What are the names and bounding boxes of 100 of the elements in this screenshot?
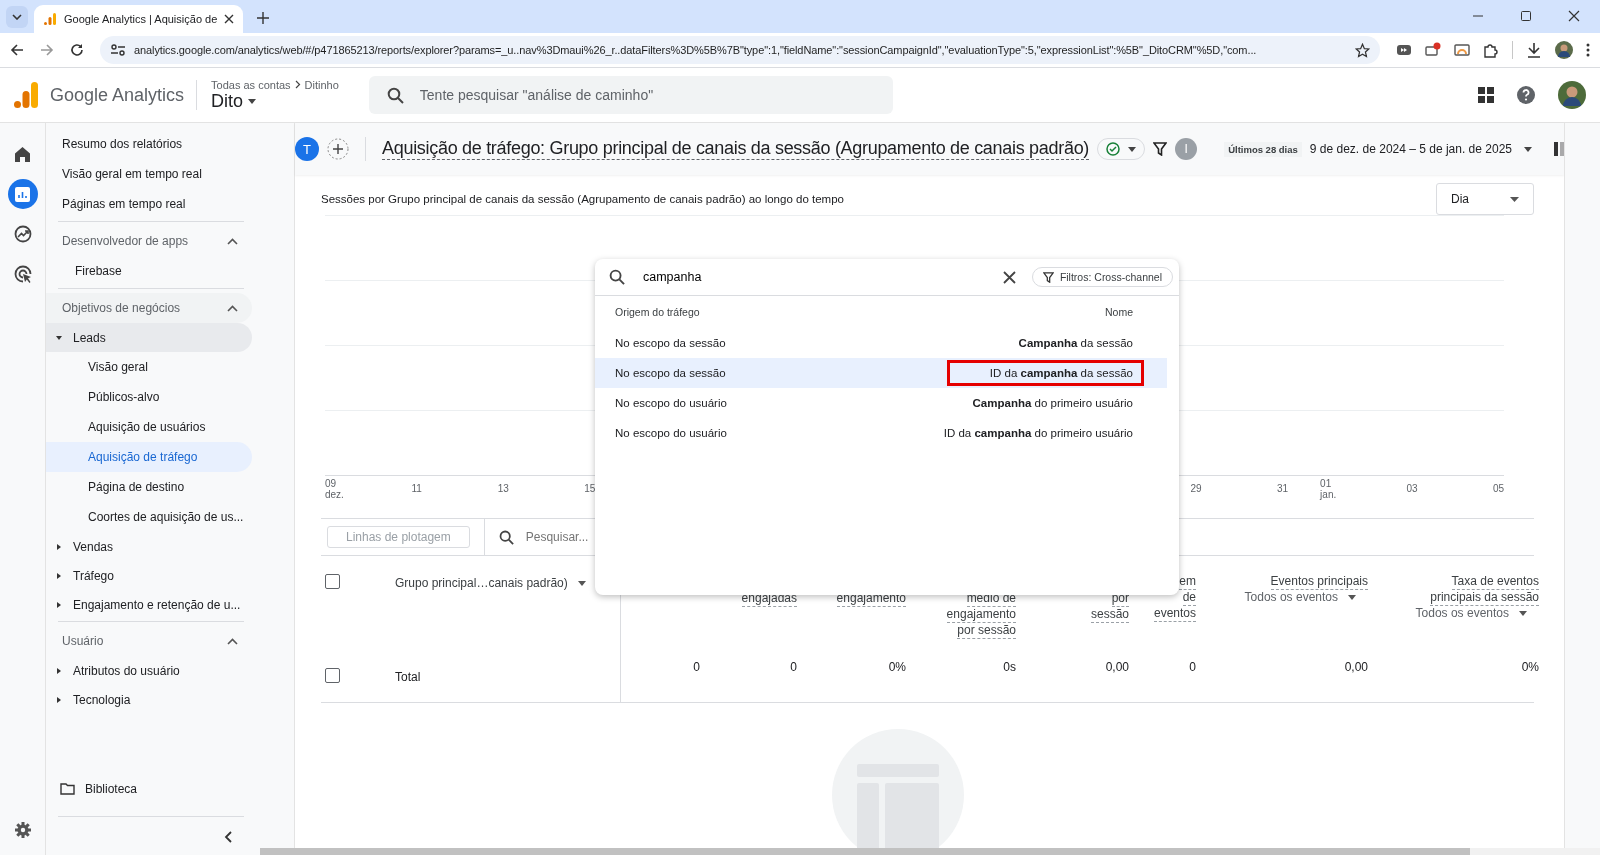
granularity-dropdown[interactable]: Dia: [1436, 183, 1534, 215]
nav-item[interactable]: Aquisição de tráfego: [46, 442, 252, 472]
columns-icon[interactable]: [1554, 142, 1564, 156]
caret-icon: [1510, 196, 1519, 202]
caret-icon: [248, 98, 257, 104]
caret-icon: [1524, 146, 1532, 152]
nav-item[interactable]: Visão geral em tempo real: [46, 159, 246, 189]
nav-item[interactable]: Aquisição de usuários: [46, 412, 252, 442]
caret-right-icon[interactable]: [56, 667, 62, 674]
search-field[interactable]: Tente pesquisar "análise de caminho": [417, 86, 875, 104]
filter-icon[interactable]: [1153, 142, 1168, 156]
section-title: Desenvolvedor de apps: [62, 234, 189, 248]
bar-chart-icon[interactable]: [7, 179, 38, 209]
nav-group[interactable]: Leads: [46, 323, 252, 352]
browser-tab[interactable]: Google Analytics | Aquisição de: [34, 5, 244, 33]
chevron-up-icon[interactable]: [227, 637, 238, 645]
reload-icon[interactable]: [70, 43, 84, 57]
caret-right-icon[interactable]: [56, 543, 62, 550]
dimension-option[interactable]: No escopo do usuário ID da campanha do primeiro usuário: [595, 418, 1167, 448]
nav-item[interactable]: Visão geral: [46, 352, 252, 382]
nav-section-header[interactable]: Objetivos de negócios: [46, 293, 252, 323]
column-header: Nome: [1105, 306, 1133, 318]
extension-icon[interactable]: [1454, 42, 1470, 58]
group-label: Atributos do usuário: [73, 663, 180, 678]
download-icon[interactable]: [1526, 42, 1542, 58]
nav-section-header[interactable]: Desenvolvedor de apps: [46, 226, 252, 256]
axis-label: 03: [1406, 483, 1418, 494]
nav-group[interactable]: Engajamento e retenção de u...: [46, 590, 252, 619]
back-icon[interactable]: [10, 43, 24, 57]
close-icon[interactable]: [224, 14, 235, 24]
axis-label: 13: [497, 483, 509, 494]
apps-grid-icon[interactable]: [1478, 87, 1494, 103]
dimension-option[interactable]: No escopo da sessão Campanha da sessão: [595, 328, 1167, 358]
column-header[interactable]: Eventos principais: [1270, 574, 1368, 590]
caret-right-icon[interactable]: [56, 572, 62, 579]
checkbox[interactable]: [325, 574, 340, 589]
dimension-option[interactable]: No escopo da sessão ID da campanha da sessão: [595, 358, 1167, 388]
tab-search-button[interactable]: [6, 6, 28, 28]
column-header[interactable]: Taxa de eventos principais da sessão: [1430, 574, 1539, 606]
avatar-icon[interactable]: [1555, 41, 1573, 59]
caret-down-icon[interactable]: [56, 334, 62, 341]
site-settings-icon[interactable]: [110, 43, 126, 57]
extension-icon[interactable]: [1396, 43, 1412, 57]
breadcrumb-link[interactable]: Todas as contas: [211, 78, 291, 91]
extension-icon[interactable]: [1425, 42, 1441, 58]
axis-label: 31: [1276, 483, 1289, 494]
nav-section-header[interactable]: Usuário: [46, 626, 252, 656]
chevron-up-icon[interactable]: [227, 237, 238, 245]
nav-group[interactable]: Tecnologia: [46, 685, 252, 714]
new-tab-icon[interactable]: [257, 12, 270, 24]
nav-item[interactable]: Públicos-alvo: [46, 382, 252, 412]
events-dropdown[interactable]: Todos os eventos: [1244, 590, 1356, 604]
add-comparison-icon[interactable]: [327, 138, 349, 160]
address-bar[interactable]: analytics.google.com/analytics/web/#/p471865213/reports/explorer?params=_u..nav%3Dmaui%26_r..dataFilters%3D%5B%7B"type":1,"fieldName":"sessionCampaignId","evaluationType":5,"expressionList":%5B"_DitoCRM"%5D,"com...: [100, 36, 1380, 64]
nav-group[interactable]: Vendas: [46, 532, 252, 561]
caret-right-icon[interactable]: [56, 601, 62, 608]
folder-icon[interactable]: [60, 783, 75, 795]
nav-group[interactable]: Atributos do usuário: [46, 656, 252, 685]
breadcrumb-link[interactable]: Ditinho: [304, 78, 339, 91]
settings-icon[interactable]: [13, 821, 32, 839]
close-icon[interactable]: [1002, 270, 1016, 284]
collapse-icon[interactable]: [224, 831, 232, 843]
star-icon[interactable]: [1355, 42, 1370, 58]
analytics-logo-icon: [14, 82, 38, 108]
nav-item[interactable]: Página de destino: [46, 472, 252, 502]
maximize-icon[interactable]: [1520, 10, 1532, 22]
search-bar[interactable]: Tente pesquisar "análise de caminho": [368, 76, 893, 114]
date-label: Últimos 28 dias: [1224, 141, 1302, 157]
search-icon: [498, 529, 514, 545]
dimension-dropdown[interactable]: Grupo principal…canais padrão): [395, 576, 586, 590]
group-label: Vendas: [73, 539, 114, 554]
comparison-avatar[interactable]: T: [295, 137, 319, 161]
close-icon[interactable]: [1568, 10, 1580, 22]
dimension-option[interactable]: No escopo do usuário Campanha do primeiro usuário: [595, 388, 1167, 418]
scrollbar-thumb[interactable]: [260, 848, 1470, 855]
group-label: Tráfego: [73, 568, 114, 583]
menu-icon[interactable]: [1586, 43, 1590, 57]
nav-item[interactable]: Resumo dos relatórios: [46, 129, 246, 159]
axis-label: 29: [1190, 483, 1202, 494]
table-cell: 0: [1189, 660, 1196, 674]
nav-item[interactable]: Páginas em tempo real: [46, 189, 246, 219]
nav-group[interactable]: Tráfego: [46, 561, 252, 590]
puzzle-icon[interactable]: [1483, 42, 1499, 58]
checkbox[interactable]: [325, 668, 340, 683]
property-selector[interactable]: Dito: [211, 90, 339, 112]
table-cell: 0%: [1521, 660, 1539, 674]
report-title: Aquisição de tráfego: Grupo principal de canais da sessão (Agrupamento de canais padrão): [382, 138, 1090, 160]
nav-item[interactable]: Firebase: [46, 256, 246, 286]
nav-item[interactable]: Coortes de aquisição de us...: [46, 502, 252, 532]
date-range-picker[interactable]: 9 de dez. de 2024 – 5 de jan. de 2025: [1309, 142, 1532, 156]
table-search-field[interactable]: Pesquisar...: [523, 529, 699, 545]
column-header: Origem do tráfego: [615, 306, 700, 318]
library-link[interactable]: Biblioteca: [85, 782, 138, 796]
caret-right-icon[interactable]: [56, 696, 62, 703]
help-icon[interactable]: [1516, 85, 1536, 105]
events-dropdown[interactable]: Todos os eventos: [1415, 606, 1527, 620]
avatar-icon[interactable]: [1558, 81, 1586, 109]
chevron-up-icon[interactable]: [227, 304, 238, 312]
forward-icon[interactable]: [40, 43, 54, 57]
axis-label: 05: [1492, 483, 1504, 494]
